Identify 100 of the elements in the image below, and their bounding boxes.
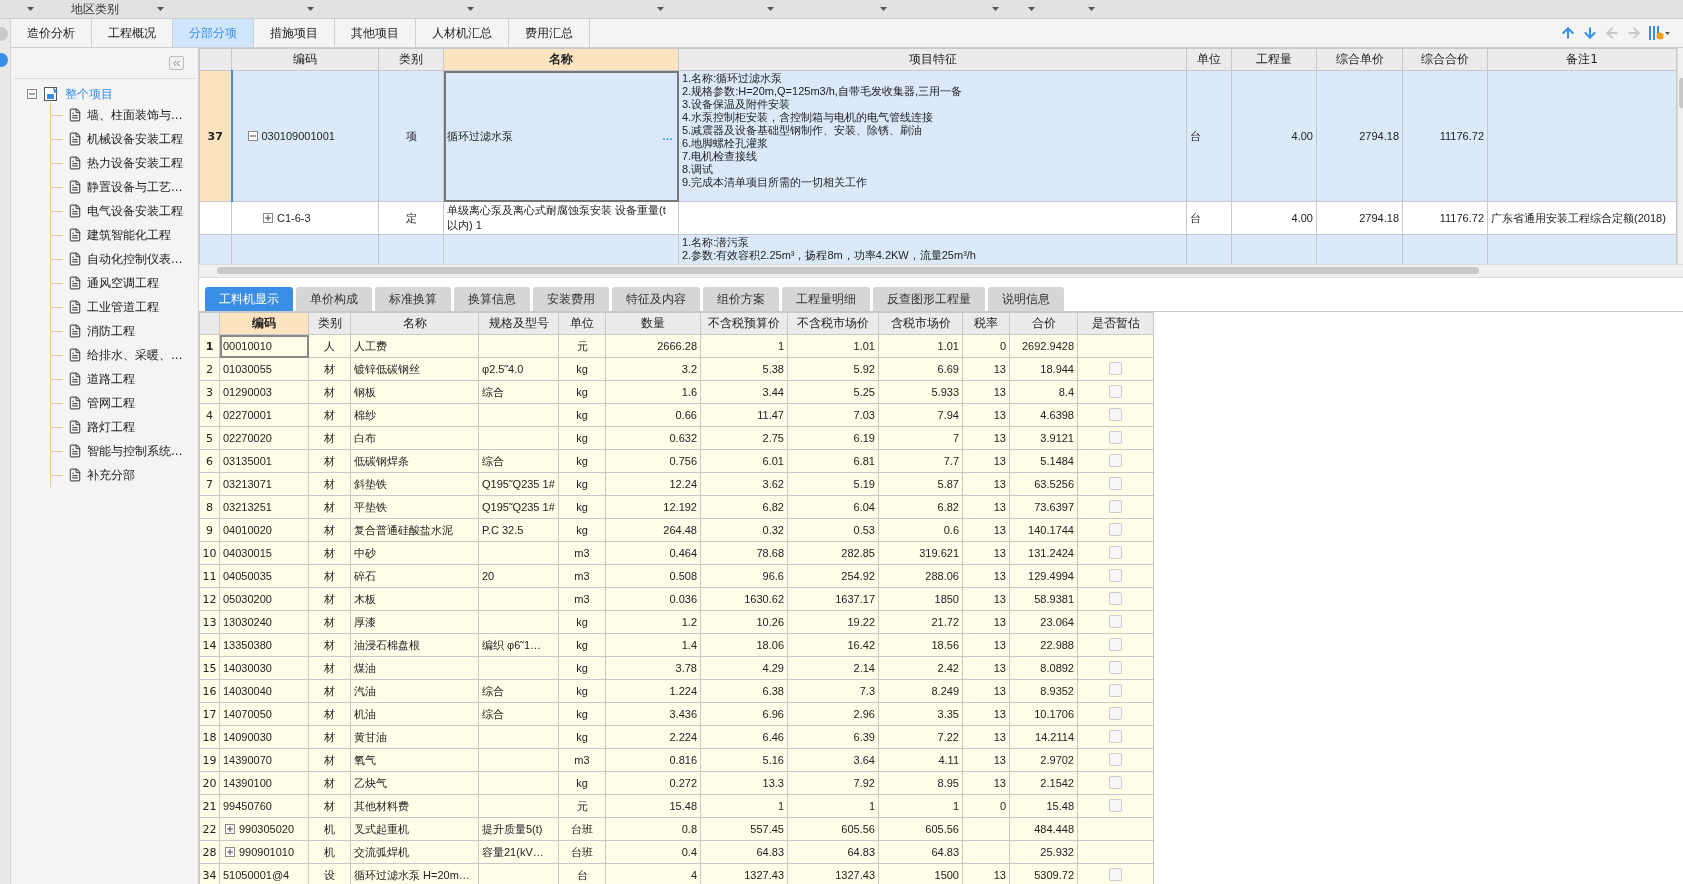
row-number[interactable]: 28 <box>199 840 220 864</box>
column-header[interactable]: 工程量 <box>1231 48 1317 71</box>
caret-icon[interactable] <box>1088 7 1095 11</box>
tree-item[interactable]: 自动化控制仪表... <box>87 250 183 268</box>
column-header[interactable]: 数量 <box>605 312 701 335</box>
detail-tab[interactable]: 安装费用 <box>533 287 609 311</box>
row-number[interactable]: 22 <box>199 817 220 841</box>
row-number[interactable]: 15 <box>199 656 220 680</box>
column-header[interactable]: 不含税市场价 <box>787 312 879 335</box>
detail-tab[interactable]: 单价构成 <box>296 287 372 311</box>
row-number[interactable]: 12 <box>199 587 220 611</box>
column-header[interactable]: 综合单价 <box>1316 48 1403 71</box>
estimate-checkbox[interactable] <box>1109 384 1122 398</box>
row-number[interactable]: 10 <box>199 541 220 565</box>
estimate-checkbox[interactable] <box>1109 775 1122 789</box>
column-header[interactable]: 单位 <box>1186 48 1232 71</box>
caret-icon[interactable] <box>157 7 164 11</box>
tree-item[interactable]: 智能与控制系统... <box>87 442 183 460</box>
expand-toggle[interactable] <box>225 847 235 857</box>
column-header[interactable]: 合价 <box>1009 312 1078 335</box>
row-number[interactable]: 18 <box>199 725 220 749</box>
column-header[interactable]: 项目特征 <box>678 48 1187 71</box>
column-header[interactable]: 类别 <box>308 312 351 335</box>
tree-item[interactable]: 墙、柱面装饰与... <box>87 106 183 124</box>
detail-tab[interactable]: 换算信息 <box>454 287 530 311</box>
caret-icon[interactable] <box>467 7 474 11</box>
estimate-checkbox[interactable] <box>1109 568 1122 582</box>
caret-icon[interactable] <box>992 7 999 11</box>
estimate-checkbox[interactable] <box>1109 729 1122 743</box>
estimate-checkbox[interactable] <box>1109 430 1122 444</box>
estimate-checkbox[interactable] <box>1109 867 1122 881</box>
tree-item[interactable]: 热力设备安装工程 <box>87 154 183 172</box>
estimate-checkbox[interactable] <box>1109 637 1122 651</box>
tree-item[interactable]: 静置设备与工艺... <box>87 178 183 196</box>
estimate-checkbox[interactable] <box>1109 706 1122 720</box>
column-header[interactable]: 是否暂估 <box>1077 312 1154 335</box>
row-number[interactable]: 7 <box>199 472 220 496</box>
tree-item[interactable]: 管网工程 <box>87 394 135 412</box>
row-number[interactable]: 5 <box>199 426 220 450</box>
row-number[interactable]: 8 <box>199 495 220 519</box>
row-number[interactable] <box>199 234 232 264</box>
row-number[interactable]: 9 <box>199 518 220 542</box>
row-number[interactable]: 6 <box>199 449 220 473</box>
tree-item[interactable]: 建筑智能化工程 <box>87 226 171 244</box>
estimate-checkbox[interactable] <box>1109 591 1122 605</box>
collapse-toggle[interactable] <box>247 131 258 141</box>
rail-handle-icon[interactable] <box>0 27 8 41</box>
estimate-checkbox[interactable] <box>1109 499 1122 513</box>
row-number[interactable]: 20 <box>199 771 220 795</box>
estimate-checkbox[interactable] <box>1109 407 1122 421</box>
row-number[interactable]: 13 <box>199 610 220 634</box>
column-header[interactable]: 名称 <box>350 312 479 335</box>
estimate-checkbox[interactable] <box>1109 614 1122 628</box>
collapse-panel-button[interactable] <box>169 56 184 70</box>
tree-item[interactable]: 道路工程 <box>87 370 135 388</box>
detail-tab[interactable]: 说明信息 <box>988 287 1064 311</box>
column-header[interactable]: 名称 <box>443 48 679 71</box>
expand-toggle[interactable] <box>263 213 273 223</box>
detail-tab[interactable]: 标准换算 <box>375 287 451 311</box>
caret-icon[interactable] <box>657 7 664 11</box>
detail-tab[interactable]: 工程量明细 <box>782 287 870 311</box>
estimate-checkbox[interactable] <box>1109 683 1122 697</box>
row-number[interactable]: 34 <box>199 863 220 884</box>
estimate-checkbox[interactable] <box>1109 798 1122 812</box>
row-number[interactable]: 17 <box>199 702 220 726</box>
row-number[interactable]: 1 <box>199 334 220 358</box>
column-header[interactable]: 类别 <box>378 48 444 71</box>
row-number[interactable]: 19 <box>199 748 220 772</box>
horizontal-scrollbar[interactable] <box>199 264 1683 278</box>
tree-item[interactable]: 机械设备安装工程 <box>87 130 183 148</box>
column-header[interactable]: 编码 <box>219 312 309 335</box>
column-header[interactable]: 综合合价 <box>1402 48 1488 71</box>
column-header[interactable]: 编码 <box>231 48 379 71</box>
caret-icon[interactable] <box>307 7 314 11</box>
tree-item[interactable]: 补充分部 <box>87 466 135 484</box>
estimate-checkbox[interactable] <box>1109 361 1122 375</box>
row-number[interactable] <box>199 201 232 235</box>
caret-icon[interactable] <box>1028 7 1035 11</box>
row-number[interactable]: 4 <box>199 403 220 427</box>
tree-item[interactable]: 给排水、采暖、... <box>87 346 183 364</box>
tree-item[interactable]: 工业管道工程 <box>87 298 159 316</box>
caret-icon[interactable] <box>767 7 774 11</box>
detail-tab[interactable]: 反查图形工程量 <box>873 287 985 311</box>
row-number[interactable]: 16 <box>199 679 220 703</box>
tree-item[interactable]: 路灯工程 <box>87 418 135 436</box>
column-header[interactable]: 含税市场价 <box>878 312 963 335</box>
estimate-checkbox[interactable] <box>1109 453 1122 467</box>
detail-tab[interactable]: 组价方案 <box>703 287 779 311</box>
estimate-checkbox[interactable] <box>1109 476 1122 490</box>
estimate-checkbox[interactable] <box>1109 522 1122 536</box>
row-number[interactable]: 11 <box>199 564 220 588</box>
row-number[interactable]: 14 <box>199 633 220 657</box>
column-header[interactable]: 单位 <box>558 312 606 335</box>
row-number[interactable]: 3 <box>199 380 220 404</box>
expand-toggle[interactable] <box>225 824 235 834</box>
column-header[interactable]: 规格及型号 <box>478 312 559 335</box>
row-number[interactable]: 2 <box>199 357 220 381</box>
tree-item[interactable]: 消防工程 <box>87 322 135 340</box>
row-number[interactable]: 37 <box>199 70 232 202</box>
column-header[interactable]: 备注1 <box>1487 48 1677 71</box>
